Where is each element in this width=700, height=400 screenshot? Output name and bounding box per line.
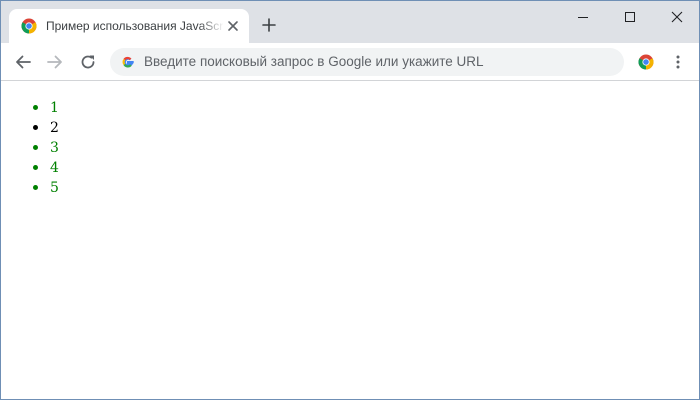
tab-title: Пример использования JavaScript	[46, 19, 224, 33]
list-item: 3	[33, 138, 59, 158]
list-item: 5	[33, 178, 59, 198]
window-close-icon[interactable]	[669, 9, 685, 25]
list-item: 1	[33, 98, 59, 118]
chrome-icon[interactable]	[638, 54, 654, 70]
page-content: 1 2 3 4 5	[1, 81, 699, 399]
number-list: 1 2 3 4 5	[33, 98, 59, 198]
address-bar[interactable]: Введите поисковый запрос в Google или ук…	[110, 48, 624, 76]
list-item: 2	[33, 118, 59, 138]
back-arrow-icon[interactable]	[14, 53, 32, 71]
close-icon[interactable]	[227, 20, 239, 32]
minimize-icon[interactable]	[575, 9, 591, 25]
chrome-icon	[21, 18, 37, 34]
plus-icon[interactable]	[262, 18, 276, 32]
browser-toolbar: Введите поисковый запрос в Google или ук…	[1, 43, 699, 81]
list-item: 4	[33, 158, 59, 178]
browser-window: Пример использования JavaScript Введите …	[0, 0, 700, 400]
maximize-icon[interactable]	[622, 9, 638, 25]
kebab-menu-icon[interactable]	[669, 53, 687, 71]
tab-strip: Пример использования JavaScript	[1, 1, 699, 43]
reload-icon[interactable]	[79, 53, 97, 71]
browser-tab[interactable]: Пример использования JavaScript	[9, 9, 249, 43]
forward-arrow-icon[interactable]	[46, 53, 64, 71]
address-bar-placeholder: Введите поисковый запрос в Google или ук…	[144, 54, 484, 69]
google-icon	[122, 56, 134, 68]
